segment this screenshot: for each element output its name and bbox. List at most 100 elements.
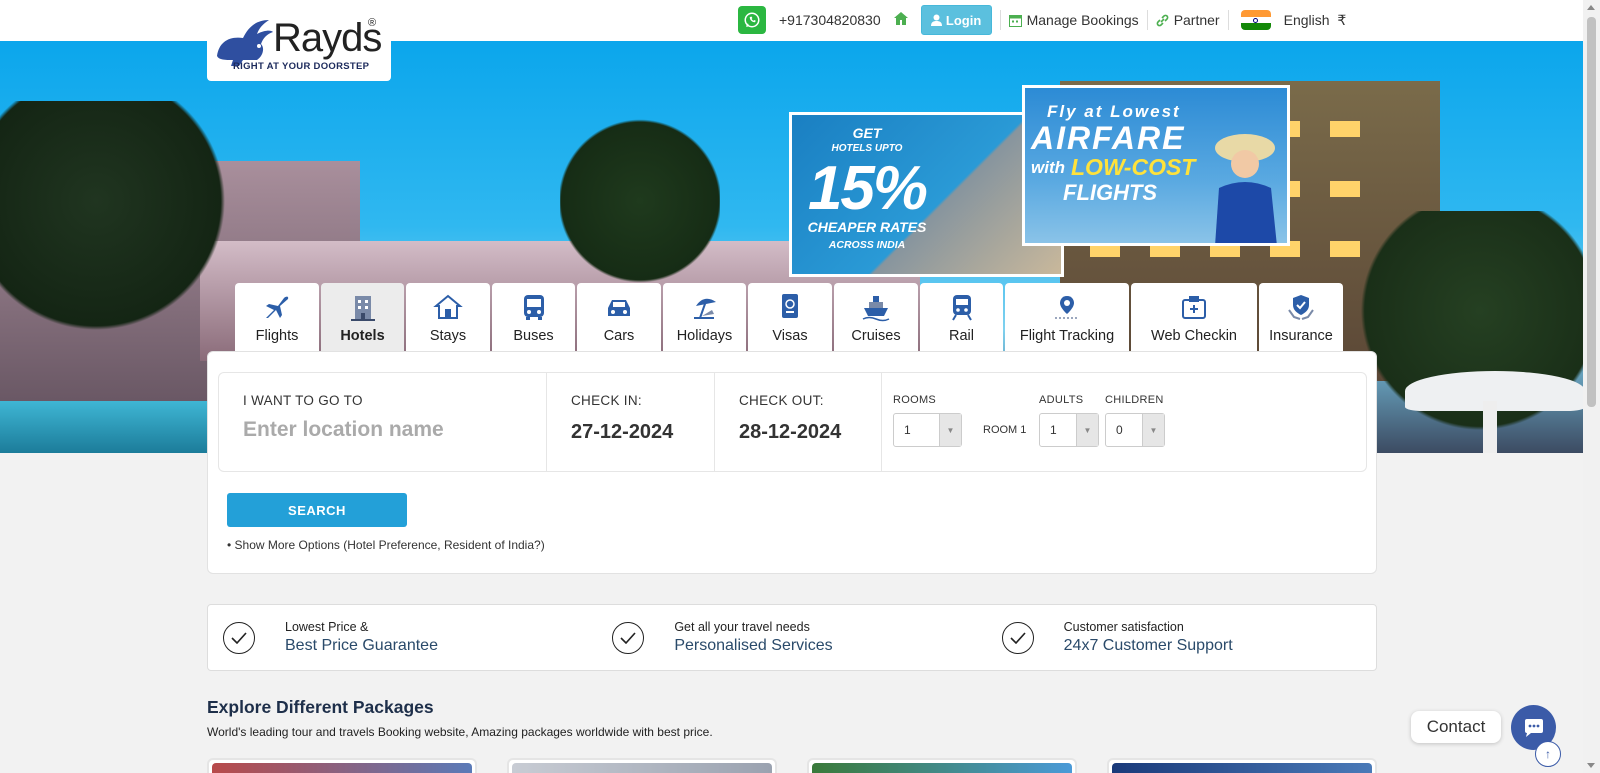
service-tabs: Flights Hotels Stays Buses Cars Holidays… bbox=[235, 283, 1345, 351]
car-icon bbox=[608, 300, 630, 316]
language-selector[interactable]: English ₹ bbox=[1284, 12, 1347, 29]
scrollbar-thumb[interactable] bbox=[1587, 17, 1596, 407]
tab-visas[interactable]: Visas bbox=[748, 283, 832, 351]
tab-flights[interactable]: Flights bbox=[235, 283, 319, 351]
check-circle-icon bbox=[612, 621, 645, 654]
link-icon bbox=[1156, 14, 1169, 26]
scroll-down-arrow[interactable] bbox=[1587, 763, 1595, 768]
tab-label: Flight Tracking bbox=[1019, 328, 1115, 344]
feature-caption: Customer satisfaction bbox=[1063, 620, 1184, 634]
passport-icon bbox=[782, 294, 798, 318]
feature-item: Customer satisfaction 24x7 Customer Suppo… bbox=[987, 605, 1376, 670]
children-select[interactable]: 0 ▼ bbox=[1105, 413, 1165, 447]
package-card[interactable] bbox=[1107, 758, 1377, 773]
divider bbox=[999, 10, 1001, 30]
tab-label: Web Checkin bbox=[1151, 328, 1237, 344]
whatsapp-icon[interactable] bbox=[738, 6, 766, 34]
promo-line: CHEAPER RATES bbox=[807, 219, 927, 235]
login-button[interactable]: Login bbox=[920, 5, 992, 35]
home-icon[interactable] bbox=[893, 11, 909, 29]
train-icon bbox=[951, 295, 972, 321]
scroll-up-arrow[interactable] bbox=[1587, 5, 1595, 10]
logo[interactable]: Rayds ® RIGHT AT YOUR DOORSTEP bbox=[207, 8, 391, 81]
promo-line: LOW-COST bbox=[1071, 154, 1196, 180]
adults-label: ADULTS bbox=[1039, 394, 1084, 406]
flight-promo-banner[interactable]: Fly at Lowest AIRFARE with LOW-COST FLIG… bbox=[1022, 85, 1290, 246]
destination-input[interactable] bbox=[243, 418, 533, 442]
tab-label: Cars bbox=[603, 328, 635, 344]
tab-label: Holidays bbox=[676, 328, 733, 344]
adults-select[interactable]: 1 ▼ bbox=[1039, 413, 1099, 447]
feature-title: Personalised Services bbox=[674, 637, 833, 654]
checkout-field[interactable]: CHECK OUT: 28-12-2024 bbox=[715, 373, 882, 471]
phone-number[interactable]: +917304820830 bbox=[779, 12, 881, 28]
tab-stays[interactable]: Stays bbox=[406, 283, 490, 351]
ship-icon bbox=[862, 296, 890, 322]
tab-holidays[interactable]: Holidays bbox=[663, 283, 746, 351]
language-label: English bbox=[1283, 11, 1330, 28]
partner-link[interactable]: Partner bbox=[1156, 12, 1220, 28]
destination-label: I WANT TO GO TO bbox=[243, 393, 363, 408]
manage-bookings-label: Manage Bookings bbox=[1026, 12, 1139, 28]
promo-line: Fly at Lowest bbox=[1047, 102, 1181, 121]
adults-value: 1 bbox=[1050, 423, 1057, 437]
checkout-date[interactable]: 28-12-2024 bbox=[739, 421, 881, 444]
hotel-search-panel: I WANT TO GO TO CHECK IN: 27-12-2024 CHE… bbox=[207, 351, 1377, 574]
tab-flight-tracking[interactable]: Flight Tracking bbox=[1005, 283, 1129, 351]
tab-insurance[interactable]: Insurance bbox=[1259, 283, 1343, 351]
feature-item: Get all your travel needs Personalised Se… bbox=[597, 605, 986, 670]
rooms-label: ROOMS bbox=[893, 394, 937, 406]
search-button[interactable]: SEARCH bbox=[227, 493, 407, 527]
plane-icon bbox=[266, 296, 289, 318]
house-icon bbox=[433, 294, 463, 319]
rabbit-logo-icon bbox=[217, 20, 273, 66]
tab-buses[interactable]: Buses bbox=[492, 283, 575, 351]
children-value: 0 bbox=[1116, 423, 1123, 437]
top-nav: +917304820830 Login Manage Bookings Part… bbox=[738, 5, 1347, 35]
tab-cruises[interactable]: Cruises bbox=[834, 283, 918, 351]
features-strip: Lowest Price & Best Price Guarantee Get a… bbox=[207, 604, 1377, 671]
feature-title: 24x7 Customer Support bbox=[1063, 637, 1233, 654]
chevron-down-icon: ▼ bbox=[939, 414, 961, 446]
promo-percent: 15% bbox=[807, 154, 928, 223]
package-card[interactable] bbox=[807, 758, 1077, 773]
rooms-guests: ROOMS 1 ▼ ROOM 1 ADULTS 1 ▼ CHILDREN 0 ▼ bbox=[882, 373, 1366, 471]
tree-image bbox=[0, 101, 240, 351]
tab-hotels[interactable]: Hotels bbox=[321, 283, 404, 351]
tab-rail[interactable]: Rail bbox=[920, 283, 1003, 351]
package-card[interactable] bbox=[507, 758, 777, 773]
location-pin-icon bbox=[1055, 296, 1079, 319]
search-fields: I WANT TO GO TO CHECK IN: 27-12-2024 CHE… bbox=[218, 372, 1367, 472]
india-flag-icon[interactable] bbox=[1240, 10, 1271, 30]
checkin-field[interactable]: CHECK IN: 27-12-2024 bbox=[547, 373, 715, 471]
contact-label[interactable]: Contact bbox=[1411, 711, 1501, 743]
tab-cars[interactable]: Cars bbox=[577, 283, 661, 351]
feature-caption: Lowest Price & bbox=[285, 620, 369, 634]
tab-web-checkin[interactable]: Web Checkin bbox=[1131, 283, 1257, 351]
explore-subtitle: World's leading tour and travels Booking… bbox=[207, 725, 713, 739]
promo-line: AIRFARE bbox=[1031, 120, 1186, 156]
promo-line: with bbox=[1031, 158, 1065, 177]
tab-label: Cruises bbox=[851, 328, 901, 344]
destination-field[interactable]: I WANT TO GO TO bbox=[219, 373, 547, 471]
promo-line: ACROSS INDIA bbox=[828, 239, 906, 251]
promo-line: FLIGHTS bbox=[1063, 180, 1158, 205]
package-card[interactable] bbox=[207, 758, 477, 773]
promo-line: GET bbox=[852, 125, 882, 141]
rooms-select[interactable]: 1 ▼ bbox=[893, 413, 962, 447]
tree-image bbox=[1360, 211, 1583, 453]
more-options-link[interactable]: • Show More Options (Hotel Preference, R… bbox=[227, 538, 545, 552]
feature-item: Lowest Price & Best Price Guarantee bbox=[208, 605, 597, 670]
beach-umbrella-icon bbox=[693, 298, 716, 319]
scrollbar[interactable] bbox=[1583, 0, 1600, 773]
pool-image bbox=[0, 401, 240, 453]
partner-label: Partner bbox=[1173, 12, 1220, 28]
checkin-date[interactable]: 27-12-2024 bbox=[571, 421, 714, 444]
checkout-label: CHECK OUT: bbox=[739, 393, 824, 408]
tab-label: Flights bbox=[255, 328, 299, 344]
manage-bookings-link[interactable]: Manage Bookings bbox=[1008, 12, 1139, 28]
shield-hands-icon bbox=[1288, 295, 1314, 320]
room-1-label: ROOM 1 bbox=[983, 424, 1027, 436]
arrow-up-icon[interactable]: ↑ bbox=[1535, 741, 1561, 767]
check-circle-icon bbox=[223, 621, 255, 654]
